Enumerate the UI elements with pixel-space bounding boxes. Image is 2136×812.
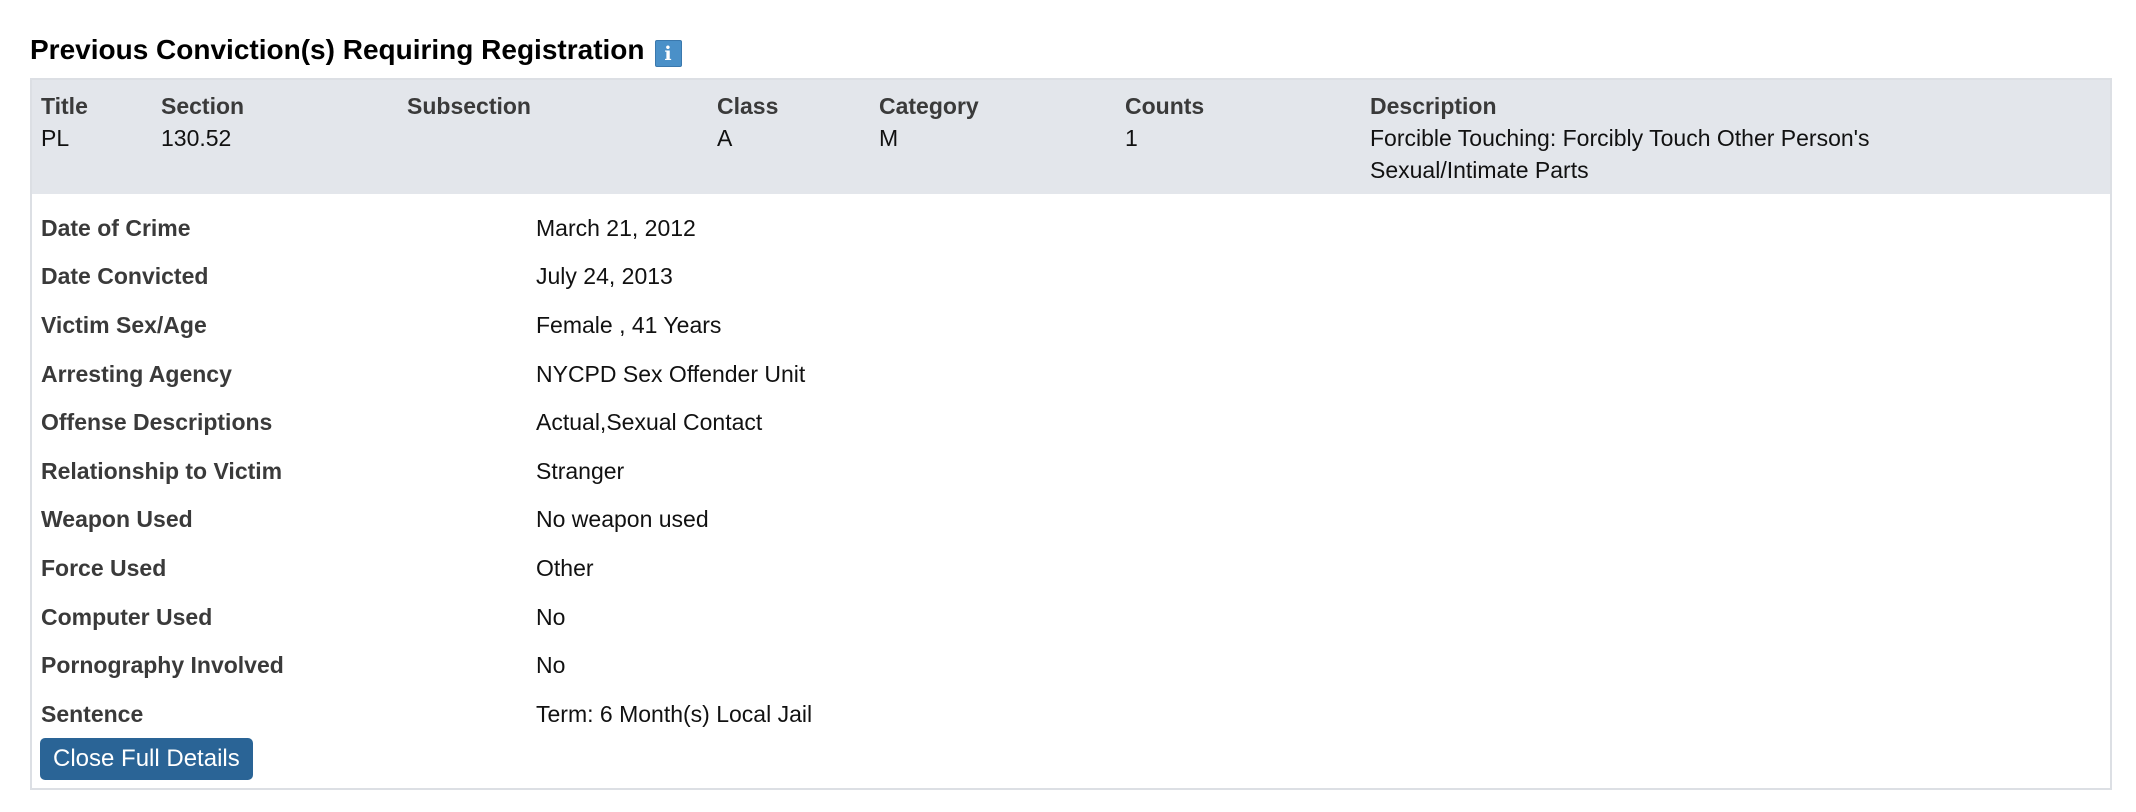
detail-label: Victim Sex/Age — [41, 311, 207, 338]
detail-label: Force Used — [41, 554, 167, 581]
detail-value: Stranger — [536, 457, 625, 484]
detail-row-relationship: Relationship to Victim Stranger — [32, 447, 2110, 496]
detail-value: No — [536, 603, 566, 630]
info-icon[interactable]: i — [654, 39, 682, 67]
conviction-panel: Title PL Section 130.52 Subsection Class… — [30, 78, 2112, 790]
detail-label: Date Convicted — [41, 263, 209, 290]
detail-label: Sentence — [41, 700, 144, 727]
section-heading: Previous Conviction(s) Requiring Registr… — [30, 30, 682, 70]
description-column: Description Forcible Touching: Forcibly … — [1370, 90, 1870, 186]
counts-value: 1 — [1125, 125, 1138, 151]
detail-value: July 24, 2013 — [536, 263, 673, 290]
subsection-header: Subsection — [407, 93, 531, 119]
detail-row-pornography-involved: Pornography Involved No — [32, 641, 2110, 690]
subsection-column: Subsection — [407, 90, 531, 122]
detail-row-date-of-crime: Date of Crime March 21, 2012 — [32, 204, 2110, 253]
counts-column: Counts 1 — [1125, 90, 1204, 154]
detail-value: Female , 41 Years — [536, 311, 722, 338]
description-header: Description — [1370, 93, 1497, 119]
title-value: PL — [41, 125, 70, 151]
category-value: M — [879, 125, 899, 151]
section-column: Section 130.52 — [161, 90, 244, 154]
detail-row-sentence: Sentence Term: 6 Month(s) Local Jail — [32, 690, 2110, 739]
detail-row-offense-descriptions: Offense Descriptions Actual,Sexual Conta… — [32, 398, 2110, 447]
detail-label: Relationship to Victim — [41, 457, 283, 484]
detail-value: NYCPD Sex Offender Unit — [536, 360, 806, 387]
detail-row-victim-sex-age: Victim Sex/Age Female , 41 Years — [32, 301, 2110, 350]
class-value: A — [717, 125, 733, 151]
detail-label: Arresting Agency — [41, 360, 232, 387]
detail-label: Pornography Involved — [41, 652, 284, 679]
conviction-summary: Title PL Section 130.52 Subsection Class… — [32, 80, 2110, 194]
detail-value: March 21, 2012 — [536, 214, 696, 241]
detail-label: Offense Descriptions — [41, 409, 273, 436]
title-column: Title PL — [41, 90, 88, 154]
detail-label: Date of Crime — [41, 214, 191, 241]
description-value-line1: Forcible Touching: Forcibly Touch Other … — [1370, 125, 1870, 151]
class-column: Class A — [717, 90, 778, 154]
detail-value: No weapon used — [536, 506, 709, 533]
detail-label: Weapon Used — [41, 506, 193, 533]
title-header: Title — [41, 93, 88, 119]
detail-label: Computer Used — [41, 603, 213, 630]
detail-row-weapon-used: Weapon Used No weapon used — [32, 496, 2110, 545]
section-header: Section — [161, 93, 245, 119]
section-value: 130.52 — [161, 125, 232, 151]
category-column: Category M — [879, 90, 979, 154]
category-header: Category — [879, 93, 979, 119]
detail-value: No — [536, 652, 566, 679]
counts-header: Counts — [1125, 93, 1205, 119]
detail-row-computer-used: Computer Used No — [32, 593, 2110, 642]
detail-value: Other — [536, 554, 594, 581]
detail-row-date-convicted: Date Convicted July 24, 2013 — [32, 253, 2110, 302]
conviction-details: Date of Crime March 21, 2012 Date Convic… — [32, 194, 2110, 739]
description-value-line2: Sexual/Intimate Parts — [1370, 157, 1589, 183]
close-full-details-button[interactable]: Close Full Details — [40, 738, 253, 780]
detail-value: Actual,Sexual Contact — [536, 409, 763, 436]
class-header: Class — [717, 93, 779, 119]
section-title: Previous Conviction(s) Requiring Registr… — [30, 34, 645, 65]
detail-row-force-used: Force Used Other — [32, 544, 2110, 593]
detail-row-arresting-agency: Arresting Agency NYCPD Sex Offender Unit — [32, 350, 2110, 399]
detail-value: Term: 6 Month(s) Local Jail — [536, 700, 813, 727]
